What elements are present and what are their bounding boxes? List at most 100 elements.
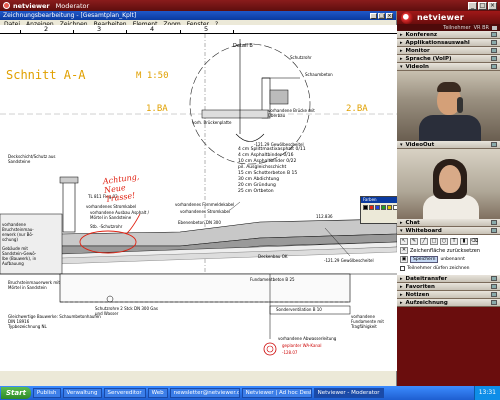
- construction-phase-2: 2.BA: [346, 104, 368, 114]
- minimize-button[interactable]: _: [468, 1, 477, 10]
- level-mid: 112.836: [316, 214, 333, 219]
- left-note: Gebäude mit Sandstein-Gewö- lbe (Bauwerk…: [2, 246, 37, 266]
- system-clock: 13:31: [473, 386, 500, 400]
- participants-draw-label: Teilnehmer dürfen zeichnen: [407, 266, 470, 271]
- text-tool-icon[interactable]: T: [450, 238, 458, 245]
- label-deckenbau: Deckenbau OK: [258, 254, 288, 259]
- section-videoout[interactable]: ▾ VideoOut: [397, 141, 500, 149]
- session-settings-icon[interactable]: [492, 25, 497, 30]
- netviewer-panel: netviewer Teilnehmer VR BR ▸ Konferenz ▸ A…: [397, 11, 500, 386]
- doc-maximize-button[interactable]: □: [378, 12, 385, 19]
- eraser-tool-icon[interactable]: ⌫: [470, 238, 478, 245]
- quick-launch-web[interactable]: Web: [147, 388, 168, 398]
- section-chat[interactable]: ▸ Chat: [397, 219, 500, 227]
- whiteboard-tool-row: ↖ ✎ ╱ □ ○ T ▮ ⌫: [400, 237, 497, 246]
- document-window-controls: _ □ ×: [370, 12, 393, 19]
- pointer-tool-icon[interactable]: ↖: [400, 238, 408, 245]
- section-label: Monitor: [405, 47, 430, 54]
- left-note: vorhandene Bruchsteinmau- erwerk (nur Bö…: [2, 222, 34, 242]
- quick-launch-verwaltung[interactable]: Verwaltung: [62, 388, 102, 398]
- label-sonder: Sonderventilation B 10: [276, 307, 322, 312]
- label-tiefe: vorhandene Fundamente mit Tragfähigkeit: [351, 314, 384, 329]
- phone-icon: [457, 97, 463, 113]
- section-icon: [491, 40, 497, 45]
- color-swatch-red[interactable]: [369, 205, 374, 210]
- close-button[interactable]: ×: [488, 1, 497, 10]
- section-label: Whiteboard: [405, 227, 442, 234]
- section-label: Favoriten: [405, 283, 435, 290]
- drawing-scale: M 1:50: [136, 71, 169, 81]
- color-swatch-yellow[interactable]: [387, 205, 392, 210]
- color-swatch-blue[interactable]: [375, 205, 380, 210]
- section-title: Schnitt A-A: [6, 68, 86, 82]
- label-brueckenplatte: vorh. Brückenplatte: [192, 120, 232, 125]
- color-swatch-black[interactable]: [363, 205, 368, 210]
- section-monitor[interactable]: ▸ Monitor: [397, 47, 500, 55]
- section-whiteboard[interactable]: ▾ Whiteboard: [397, 227, 500, 235]
- task-netviewer-moderator[interactable]: Netviewer - Moderator: [313, 388, 384, 398]
- netviewer-logo-icon: [3, 2, 10, 9]
- section-applikationsauswahl[interactable]: ▸ Applikationsauswahl: [397, 39, 500, 47]
- participants-draw-checkbox[interactable]: [400, 266, 405, 271]
- whiteboard-save-row: ▣ Speichern unbenannt: [400, 255, 497, 264]
- app-title-bar[interactable]: netviewer Moderator _ □ ×: [0, 0, 500, 11]
- face: [439, 165, 461, 193]
- section-favoriten[interactable]: ▸ Favoriten: [397, 283, 500, 291]
- label-stromkabel: vorhandenes Stromkabel: [86, 204, 137, 209]
- line-tool-icon[interactable]: ╱: [420, 238, 428, 245]
- clear-board-link[interactable]: Zeichenfläche zurücksetzen: [410, 248, 480, 254]
- label-ebene: Ebenenbeton DN 300: [178, 220, 221, 225]
- rect-tool-icon[interactable]: □: [430, 238, 438, 245]
- hair: [437, 82, 461, 92]
- section-videoin[interactable]: ▾ VideoIn: [397, 63, 500, 71]
- sewer-pipe-circle: [263, 342, 277, 356]
- collapse-arrow-icon: ▾: [400, 63, 403, 70]
- expand-arrow-icon: ▸: [400, 47, 403, 54]
- section-sprache[interactable]: ▸ Sprache (VoIP): [397, 55, 500, 63]
- quick-launch-publish[interactable]: Publish: [32, 388, 61, 398]
- netviewer-logo-icon: [401, 11, 413, 24]
- panel-header: netviewer: [397, 11, 500, 24]
- doc-close-button[interactable]: ×: [386, 12, 393, 19]
- label-ablauf: geplanter WA-Kanal: [282, 343, 322, 348]
- section-dateitransfer[interactable]: ▸ Dateitransfer: [397, 275, 500, 283]
- drawing-canvas[interactable]: Schnitt A-A M 1:50 1.BA 2.BA Detail B Sc…: [0, 34, 397, 371]
- video-out-feed: [397, 149, 500, 219]
- spec-line: 25 cm Ortbeton: [238, 189, 274, 194]
- expand-arrow-icon: ▸: [400, 283, 403, 290]
- color-swatches: [361, 203, 401, 212]
- label-abwasser: vorhandene Abwasserleitung: [278, 336, 337, 341]
- label-fernmeldekabel: vorhandenes Fernmeldekabel: [175, 202, 235, 207]
- clear-icon[interactable]: ✕: [400, 247, 408, 254]
- app-brand: netviewer: [13, 1, 50, 10]
- maximize-button[interactable]: □: [478, 1, 487, 10]
- section-aufzeichnung[interactable]: ▸ Aufzeichnung: [397, 299, 500, 307]
- section-label: Konferenz: [405, 31, 438, 38]
- document-title-bar[interactable]: Zeichnungsbearbeitung - [Gesamtplan_Kplt…: [0, 11, 396, 20]
- ruler-label: 3: [97, 25, 102, 33]
- marker-tool-icon[interactable]: ▮: [460, 238, 468, 245]
- pen-tool-icon[interactable]: ✎: [410, 238, 418, 245]
- section-notizen[interactable]: ▸ Notizen: [397, 291, 500, 299]
- label-fundament: Fundamentbeton B 25: [250, 277, 295, 282]
- task-netviewer-adhoc[interactable]: Netviewer | Ad hoc Deskt...: [241, 388, 312, 398]
- whiteboard-clear-row: ✕ Zeichenfläche zurücksetzen: [400, 246, 497, 255]
- start-button[interactable]: Start: [1, 387, 31, 399]
- save-whiteboard-button[interactable]: Speichern: [410, 256, 439, 263]
- label-deckschicht: Deckschicht/Schutz aus Sandsteine: [8, 154, 56, 164]
- expand-arrow-icon: ▸: [400, 291, 403, 298]
- doc-minimize-button[interactable]: _: [370, 12, 377, 19]
- section-label: Applikationsauswahl: [405, 39, 470, 46]
- color-swatch-green[interactable]: [381, 205, 386, 210]
- section-konferenz[interactable]: ▸ Konferenz: [397, 31, 500, 39]
- task-newsletter[interactable]: newsletter@netviewer.d...: [169, 388, 240, 398]
- section-icon: [491, 292, 497, 297]
- quick-launch-servereditor[interactable]: Servereditor: [103, 388, 146, 398]
- ellipse-tool-icon[interactable]: ○: [440, 238, 448, 245]
- drawing-ruler: 2 3 4 5: [0, 25, 397, 34]
- save-icon[interactable]: ▣: [400, 256, 408, 263]
- level-bottom: -128.07: [282, 350, 298, 355]
- bottom-note: Typbezeichnung NL: [8, 324, 47, 329]
- foundation-block: [59, 273, 351, 303]
- section-icon: [491, 300, 497, 305]
